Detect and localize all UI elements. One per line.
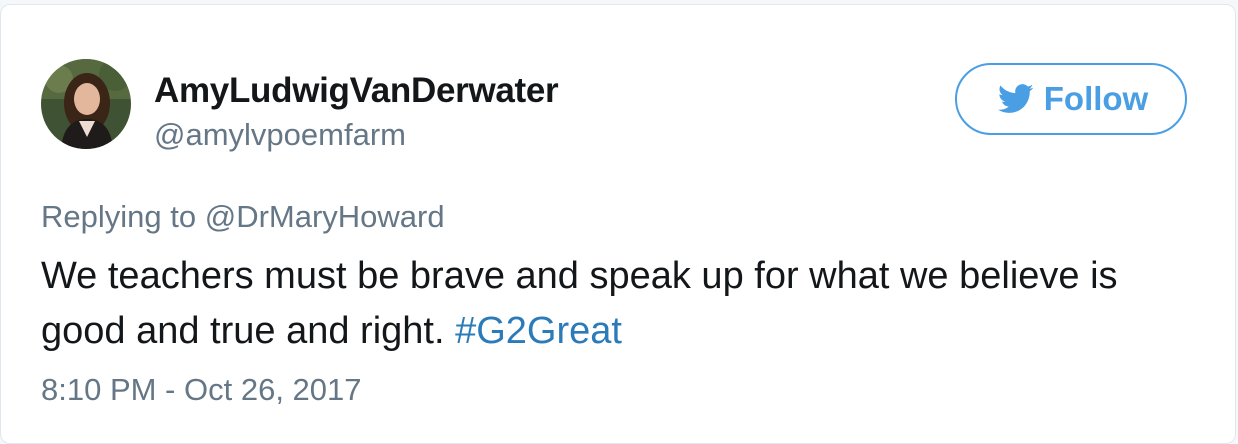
twitter-bird-icon — [997, 84, 1034, 113]
replying-to: Replying to @DrMaryHoward — [41, 199, 445, 235]
hashtag-link[interactable]: #G2Great — [455, 310, 622, 352]
tweet-timestamp[interactable]: 8:10 PM - Oct 26, 2017 — [41, 372, 362, 408]
tweet-text-line1: We teachers must be brave and speak up f… — [41, 255, 1118, 297]
tweet-text: We teachers must be brave and speak up f… — [41, 249, 1221, 359]
follow-label: Follow — [1043, 80, 1149, 117]
avatar-photo — [41, 59, 131, 149]
display-name[interactable]: AmyLudwigVanDerwater — [154, 71, 559, 111]
tweet-text-line2: good and true and right. — [41, 310, 445, 352]
reply-target-link[interactable]: @DrMaryHoward — [205, 199, 445, 234]
tweet-card: AmyLudwigVanDerwater @amylvpoemfarm Foll… — [0, 4, 1236, 444]
follow-button[interactable]: Follow — [955, 63, 1187, 135]
replying-prefix: Replying to — [41, 199, 197, 234]
avatar[interactable] — [41, 59, 131, 149]
user-handle[interactable]: @amylvpoemfarm — [154, 117, 406, 153]
